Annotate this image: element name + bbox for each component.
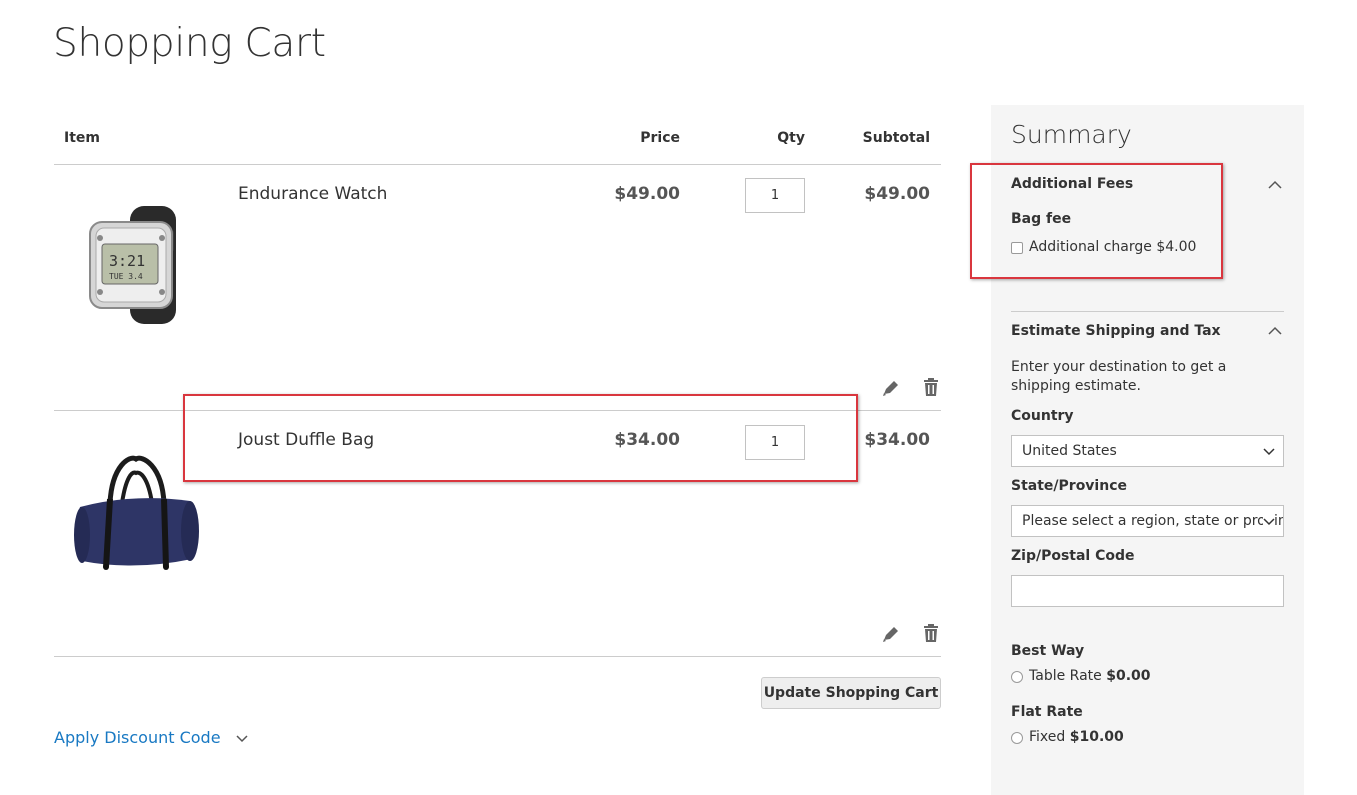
duffle-bag-image[interactable] bbox=[70, 455, 202, 573]
state-label: State/Province bbox=[1011, 478, 1127, 494]
edit-pencil-icon[interactable] bbox=[880, 377, 902, 399]
state-select[interactable]: Please select a region, state or provinc… bbox=[1011, 505, 1284, 537]
shipping-method-name: Fixed bbox=[1029, 729, 1066, 745]
shipping-description: Enter your destination to get a shipping… bbox=[1011, 359, 1227, 394]
zip-input[interactable] bbox=[1011, 575, 1284, 607]
additional-charge-label[interactable]: Additional charge $4.00 bbox=[1029, 239, 1196, 255]
state-select-value: Please select a region, state or provinc… bbox=[1022, 513, 1284, 529]
country-select[interactable]: United States bbox=[1011, 435, 1284, 467]
product-name-link[interactable]: Joust Duffle Bag bbox=[238, 430, 374, 450]
chevron-up-icon[interactable] bbox=[1268, 326, 1282, 336]
item-subtotal: $34.00 bbox=[864, 430, 930, 450]
section-divider bbox=[1011, 311, 1284, 312]
column-header-item: Item bbox=[64, 130, 100, 146]
edit-pencil-icon[interactable] bbox=[880, 623, 902, 645]
bag-fee-label: Bag fee bbox=[1011, 211, 1072, 227]
apply-discount-toggle[interactable]: Apply Discount Code bbox=[54, 728, 248, 747]
country-label: Country bbox=[1011, 408, 1074, 424]
zip-label: Zip/Postal Code bbox=[1011, 548, 1135, 564]
row-divider bbox=[54, 410, 941, 411]
apply-discount-label: Apply Discount Code bbox=[54, 728, 221, 747]
estimate-shipping-toggle[interactable]: Estimate Shipping and Tax bbox=[1011, 323, 1221, 339]
chevron-down-icon bbox=[1263, 516, 1275, 526]
watch-image[interactable]: 3:21 TUE 3.4 bbox=[82, 200, 192, 330]
item-price: $34.00 bbox=[614, 430, 680, 450]
item-subtotal: $49.00 bbox=[864, 184, 930, 204]
shipping-method-price: $0.00 bbox=[1106, 668, 1151, 684]
additional-charge-checkbox[interactable] bbox=[1011, 242, 1023, 254]
shipping-method-label[interactable]: Table Rate $0.00 bbox=[1029, 668, 1151, 684]
product-name-link[interactable]: Endurance Watch bbox=[238, 184, 387, 204]
shipping-carrier-title: Flat Rate bbox=[1011, 704, 1083, 720]
country-select-value: United States bbox=[1022, 443, 1117, 459]
column-header-subtotal: Subtotal bbox=[862, 130, 930, 146]
qty-input[interactable] bbox=[745, 178, 805, 213]
shipping-carrier-title: Best Way bbox=[1011, 643, 1085, 659]
svg-text:TUE 3.4: TUE 3.4 bbox=[109, 272, 143, 281]
trash-icon[interactable] bbox=[920, 376, 942, 398]
chevron-down-icon bbox=[1263, 448, 1275, 456]
shipping-method-label[interactable]: Fixed $10.00 bbox=[1029, 729, 1124, 745]
chevron-up-icon[interactable] bbox=[1268, 180, 1282, 190]
trash-icon[interactable] bbox=[920, 622, 942, 644]
row-divider bbox=[54, 656, 941, 657]
page-title: Shopping Cart bbox=[53, 21, 326, 66]
shipping-method-radio[interactable] bbox=[1011, 732, 1023, 744]
svg-text:3:21: 3:21 bbox=[109, 252, 145, 270]
shipping-method-price: $10.00 bbox=[1069, 729, 1124, 745]
summary-title: Summary bbox=[1011, 120, 1132, 149]
item-price: $49.00 bbox=[614, 184, 680, 204]
column-header-qty: Qty bbox=[777, 130, 805, 146]
chevron-down-icon bbox=[236, 734, 248, 742]
column-header-price: Price bbox=[640, 130, 680, 146]
shipping-method-name: Table Rate bbox=[1029, 668, 1102, 684]
additional-fees-toggle[interactable]: Additional Fees bbox=[1011, 176, 1133, 192]
update-cart-button[interactable]: Update Shopping Cart bbox=[761, 677, 941, 709]
qty-input[interactable] bbox=[745, 425, 805, 460]
header-divider bbox=[54, 164, 941, 165]
shipping-method-radio[interactable] bbox=[1011, 671, 1023, 683]
